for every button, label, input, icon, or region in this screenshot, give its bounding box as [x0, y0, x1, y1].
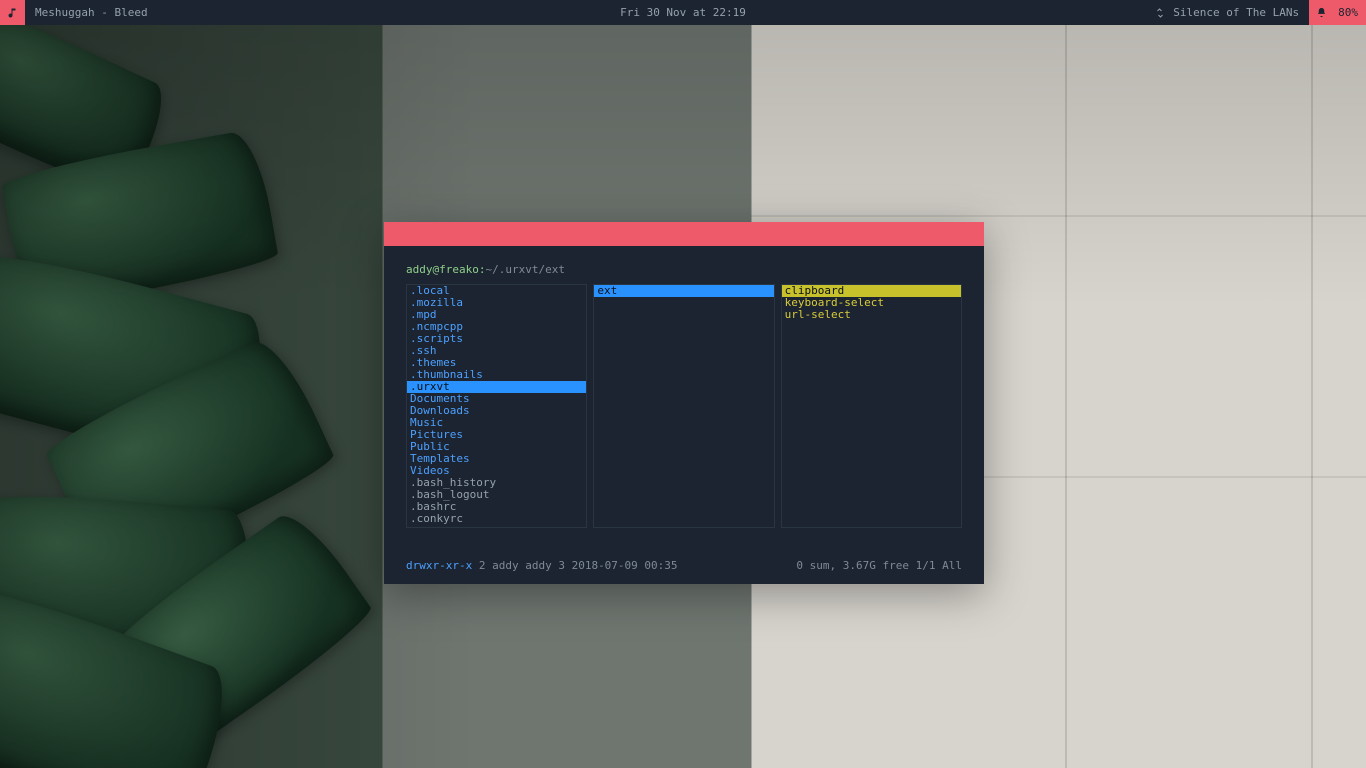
clock: Fri 30 Nov at 22:19 [620, 6, 746, 19]
terminal-body: addy@freako:~/.urxvt/ext .local.mozilla.… [384, 246, 984, 584]
parent-item[interactable]: Videos [407, 465, 586, 477]
parent-item[interactable]: .bash_history [407, 477, 586, 489]
parent-dir-column[interactable]: .local.mozilla.mpd.ncmpcpp.scripts.ssh.t… [406, 284, 587, 528]
parent-item[interactable]: .ncmpcpp [407, 321, 586, 333]
notification-icon[interactable] [1309, 0, 1334, 25]
status-line: drwxr-xr-x 2 addy addy 3 2018-07-09 00:3… [406, 550, 962, 572]
now-playing-text: Meshuggah - Bleed [35, 6, 148, 19]
parent-item[interactable]: Music [407, 417, 586, 429]
top-bar: Meshuggah - Bleed Fri 30 Nov at 22:19 Si… [0, 0, 1366, 25]
parent-item[interactable]: .bash_logout [407, 489, 586, 501]
ranger-columns: .local.mozilla.mpd.ncmpcpp.scripts.ssh.t… [406, 284, 962, 528]
parent-item[interactable]: Public [407, 441, 586, 453]
parent-item[interactable]: Pictures [407, 429, 586, 441]
permissions: drwxr-xr-x [406, 559, 472, 572]
parent-item[interactable]: .bashrc [407, 501, 586, 513]
parent-item[interactable]: Downloads [407, 405, 586, 417]
path-line: addy@freako:~/.urxvt/ext [406, 264, 962, 276]
parent-item[interactable]: .thumbnails [407, 369, 586, 381]
battery-status[interactable]: 80% [1334, 0, 1366, 25]
parent-item[interactable]: .mozilla [407, 297, 586, 309]
parent-item[interactable]: .ssh [407, 345, 586, 357]
user-host: addy@freako: [406, 263, 485, 276]
music-icon[interactable] [0, 0, 25, 25]
battery-text: 80% [1338, 6, 1358, 19]
current-item[interactable]: ext [594, 285, 773, 297]
preview-item[interactable]: clipboard [782, 285, 961, 297]
parent-item[interactable]: Templates [407, 453, 586, 465]
parent-item[interactable]: .scripts [407, 333, 586, 345]
parent-item[interactable]: .urxvt [407, 381, 586, 393]
wifi-text: Silence of The LANs [1173, 6, 1299, 19]
preview-item[interactable]: url-select [782, 309, 961, 321]
parent-item[interactable]: Documents [407, 393, 586, 405]
file-info: 2 addy addy 3 2018-07-09 00:35 [472, 559, 677, 572]
parent-item[interactable]: .conkyrc [407, 513, 586, 525]
preview-item[interactable]: keyboard-select [782, 297, 961, 309]
preview-column[interactable]: clipboardkeyboard-selecturl-select [781, 284, 962, 528]
status-left: drwxr-xr-x 2 addy addy 3 2018-07-09 00:3… [406, 560, 678, 572]
current-path: ~/.urxvt/ext [485, 263, 564, 276]
status-right: 0 sum, 3.67G free 1/1 All [796, 560, 962, 572]
parent-item[interactable]: .themes [407, 357, 586, 369]
wifi-icon [1154, 7, 1166, 19]
wifi-status[interactable]: Silence of The LANs [1144, 0, 1309, 25]
current-dir-column[interactable]: ext [593, 284, 774, 528]
now-playing[interactable]: Meshuggah - Bleed [25, 0, 158, 25]
terminal-window[interactable]: addy@freako:~/.urxvt/ext .local.mozilla.… [384, 222, 984, 584]
parent-item[interactable]: .mpd [407, 309, 586, 321]
parent-item[interactable]: .local [407, 285, 586, 297]
window-titlebar[interactable] [384, 222, 984, 246]
